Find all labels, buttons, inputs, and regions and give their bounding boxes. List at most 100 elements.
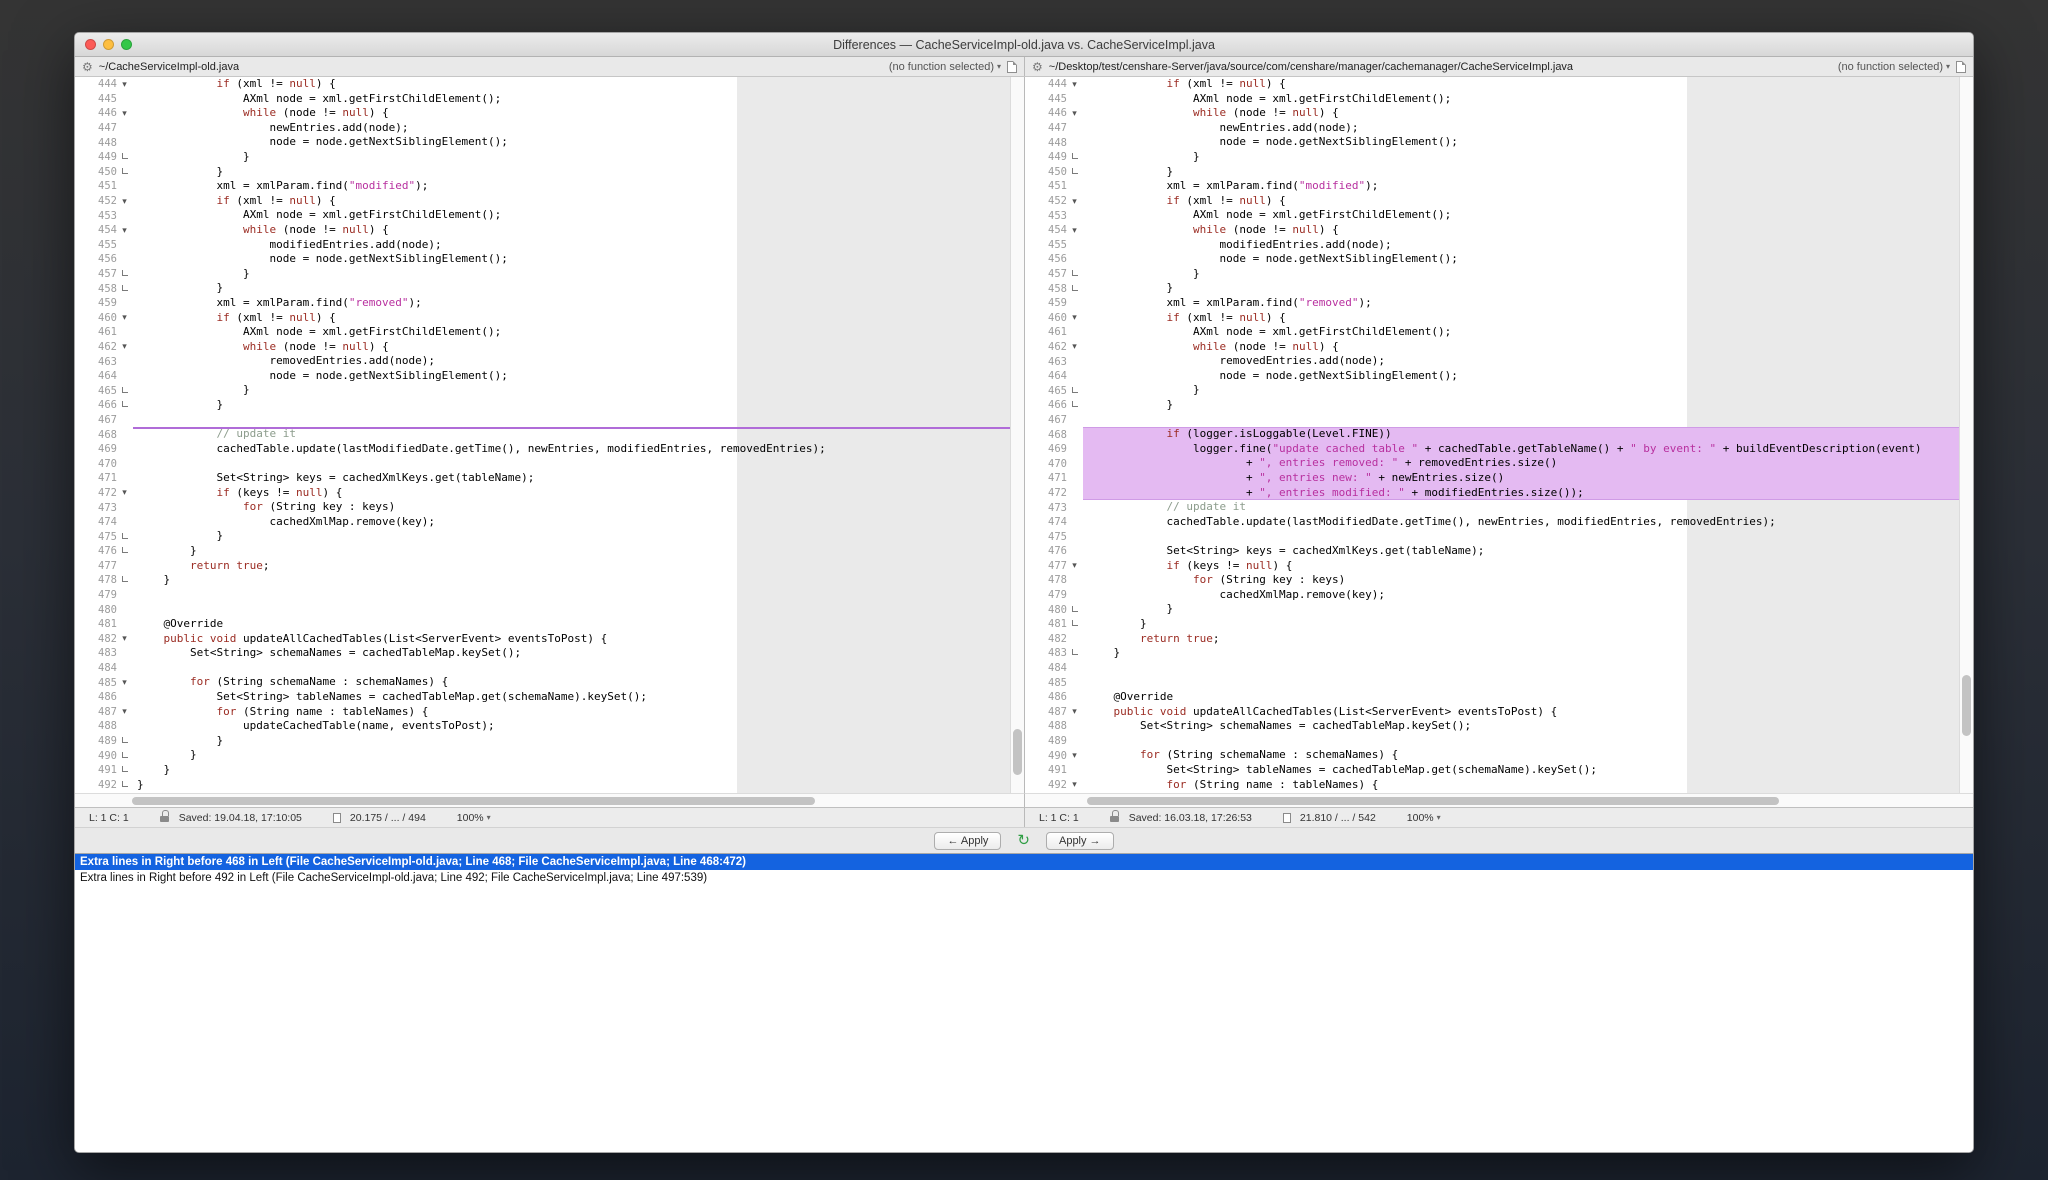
close-button[interactable] [85, 39, 96, 50]
fold-open-icon[interactable]: ▾ [117, 632, 132, 647]
fold-spacer [1067, 632, 1082, 647]
diff-list-item[interactable]: Extra lines in Right before 468 in Left … [75, 854, 1973, 870]
fold-end-icon[interactable] [1067, 150, 1082, 165]
fold-end-icon[interactable] [117, 281, 132, 296]
fold-end-icon[interactable] [1067, 267, 1082, 282]
zoom-value: 100% [1407, 812, 1434, 824]
fold-open-icon[interactable]: ▾ [117, 675, 132, 690]
fold-open-icon[interactable]: ▾ [1067, 340, 1082, 355]
code-line: AXml node = xml.getFirstChildElement(); [1083, 208, 1959, 223]
fold-end-icon[interactable] [1067, 383, 1082, 398]
fold-end-icon[interactable] [117, 778, 132, 793]
fold-end-icon[interactable] [117, 398, 132, 413]
fold-open-icon[interactable]: ▾ [1067, 223, 1082, 238]
fold-spacer [1067, 121, 1082, 136]
right-horizontal-scrollbar[interactable] [1024, 793, 1973, 807]
fold-open-icon[interactable]: ▾ [117, 340, 132, 355]
fold-spacer [1067, 456, 1082, 471]
gutter-row: 464 [75, 369, 133, 384]
line-number: 452 [1048, 195, 1067, 207]
fold-open-icon[interactable]: ▾ [117, 311, 132, 326]
fold-end-icon[interactable] [117, 748, 132, 763]
desktop: Differences — CacheServiceImpl-old.java … [0, 0, 2048, 1180]
fold-spacer [1067, 354, 1082, 369]
fold-spacer [117, 646, 132, 661]
right-code-area[interactable]: if (xml != null) { AXml node = xml.getFi… [1083, 77, 1959, 793]
fold-spacer [117, 602, 132, 617]
scrollbar-thumb[interactable] [132, 797, 815, 805]
fold-end-icon[interactable] [1067, 617, 1082, 632]
left-function-selector[interactable]: (no function selected) ▾ [889, 61, 1001, 73]
fold-open-icon[interactable]: ▾ [1067, 559, 1082, 574]
zoom-window-button[interactable] [121, 39, 132, 50]
document-icon[interactable] [1007, 61, 1017, 73]
fold-open-icon[interactable]: ▾ [117, 705, 132, 720]
fold-open-icon[interactable]: ▾ [1067, 106, 1082, 121]
fold-end-icon[interactable] [117, 150, 132, 165]
code-line: while (node != null) { [133, 340, 1010, 355]
fold-open-icon[interactable]: ▾ [1067, 705, 1082, 720]
document-icon[interactable] [1956, 61, 1966, 73]
scrollbar-thumb[interactable] [1962, 675, 1971, 736]
gutter-row: 488 [75, 719, 133, 734]
fold-open-icon[interactable]: ▾ [1067, 194, 1082, 209]
fold-open-icon[interactable]: ▾ [1067, 748, 1082, 763]
fold-end-icon[interactable] [1067, 646, 1082, 661]
window-title: Differences — CacheServiceImpl-old.java … [833, 38, 1215, 52]
line-number: 446 [1048, 107, 1067, 119]
line-number: 449 [1048, 151, 1067, 163]
gear-icon[interactable]: ⚙ [1032, 61, 1043, 73]
fold-spacer [1067, 325, 1082, 340]
fold-open-icon[interactable]: ▾ [117, 106, 132, 121]
fold-end-icon[interactable] [117, 544, 132, 559]
fold-open-icon[interactable]: ▾ [1067, 778, 1082, 793]
fold-end-icon[interactable] [1067, 281, 1082, 296]
lock-icon[interactable] [1110, 813, 1120, 822]
fold-open-icon[interactable]: ▾ [117, 194, 132, 209]
fold-open-icon[interactable]: ▾ [1067, 311, 1082, 326]
fold-open-icon[interactable]: ▾ [117, 486, 132, 501]
fold-spacer [1067, 296, 1082, 311]
fold-end-icon[interactable] [117, 267, 132, 282]
fold-end-icon[interactable] [117, 165, 132, 180]
apply-toolbar: ← Apply ↻ Apply → [75, 827, 1973, 853]
fold-end-icon[interactable] [117, 573, 132, 588]
code-line: } [133, 398, 1010, 413]
fold-end-icon[interactable] [1067, 165, 1082, 180]
gutter-row: 479 [75, 588, 133, 603]
right-vertical-scrollbar[interactable] [1959, 77, 1973, 793]
fold-open-icon[interactable]: ▾ [117, 223, 132, 238]
apply-right-button[interactable]: Apply → [1046, 832, 1114, 850]
left-code-area[interactable]: if (xml != null) { AXml node = xml.getFi… [133, 77, 1010, 793]
fold-end-icon[interactable] [117, 383, 132, 398]
apply-left-button[interactable]: ← Apply [934, 832, 1001, 850]
gear-icon[interactable]: ⚙ [82, 61, 93, 73]
fold-end-icon[interactable] [117, 763, 132, 778]
fold-end-icon[interactable] [117, 529, 132, 544]
minimize-button[interactable] [103, 39, 114, 50]
gutter-row: 458 [75, 281, 133, 296]
left-vertical-scrollbar[interactable] [1010, 77, 1024, 793]
fold-end-icon[interactable] [1067, 398, 1082, 413]
fold-spacer [1067, 369, 1082, 384]
code-line: } [133, 281, 1010, 296]
gutter-row: 450 [75, 165, 133, 180]
fold-end-icon[interactable] [117, 734, 132, 749]
fold-open-icon[interactable]: ▾ [117, 77, 132, 92]
code-line: } [133, 734, 1010, 749]
zoom-selector[interactable]: 100% ▾ [1407, 812, 1441, 824]
sync-icon[interactable]: ↻ [1017, 833, 1030, 848]
left-horizontal-scrollbar[interactable] [75, 793, 1024, 807]
fold-open-icon[interactable]: ▾ [1067, 77, 1082, 92]
diff-list-item[interactable]: Extra lines in Right before 492 in Left … [75, 870, 1973, 886]
fold-end-icon[interactable] [1067, 602, 1082, 617]
code-line: xml = xmlParam.find("modified"); [133, 179, 1010, 194]
code-line: if (keys != null) { [133, 486, 1010, 501]
scrollbar-thumb[interactable] [1013, 729, 1022, 776]
scrollbar-thumb[interactable] [1087, 797, 1779, 805]
lock-icon[interactable] [160, 813, 170, 822]
code-line: Set<String> schemaNames = cachedTableMap… [1083, 719, 1959, 734]
zoom-selector[interactable]: 100% ▾ [457, 812, 491, 824]
right-function-selector[interactable]: (no function selected) ▾ [1838, 61, 1950, 73]
code-line: Set<String> keys = cachedXmlKeys.get(tab… [1083, 544, 1959, 559]
